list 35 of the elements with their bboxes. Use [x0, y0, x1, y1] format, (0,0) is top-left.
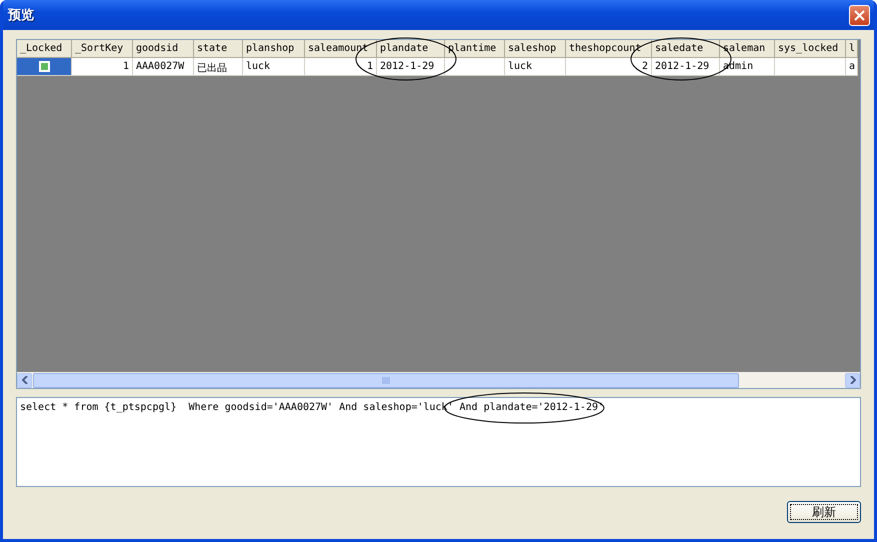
column-header[interactable]: saledate	[652, 40, 720, 58]
column-header[interactable]: state	[194, 40, 243, 58]
table-cell: AAA0027W	[133, 58, 194, 76]
column-header[interactable]: saleman	[720, 40, 775, 58]
table-cell: 2012-1-29	[652, 58, 720, 76]
table-cell: 2	[566, 58, 652, 76]
table-cell: luck	[505, 58, 566, 76]
column-header[interactable]: plandate	[377, 40, 445, 58]
grip-icon	[382, 376, 390, 384]
table-cell: 已出品	[194, 58, 243, 76]
chevron-left-icon	[22, 376, 28, 384]
table-cell	[445, 58, 505, 76]
column-header[interactable]: sys_locked	[775, 40, 846, 58]
close-icon	[854, 10, 865, 20]
table-cell: 1	[305, 58, 377, 76]
table-cell: 1	[72, 58, 133, 76]
column-header[interactable]: l	[846, 40, 858, 58]
checkbox[interactable]	[38, 61, 50, 72]
window-title: 预览	[8, 7, 34, 24]
column-header[interactable]: plantime	[445, 40, 505, 58]
table-cell: a	[846, 58, 858, 76]
column-header[interactable]: goodsid	[133, 40, 194, 58]
scroll-left-button[interactable]	[17, 372, 32, 388]
column-header[interactable]: _SortKey	[72, 40, 133, 58]
column-header[interactable]: planshop	[243, 40, 305, 58]
chevron-right-icon	[850, 376, 856, 384]
column-header[interactable]: _Locked	[17, 40, 72, 58]
table-cell: luck	[243, 58, 305, 76]
table-cell: 2012-1-29	[377, 58, 445, 76]
close-button[interactable]	[849, 4, 870, 26]
refresh-button[interactable]: 刷新	[787, 501, 861, 523]
table-cell	[775, 58, 846, 76]
column-header[interactable]: saleshop	[505, 40, 566, 58]
scroll-right-button[interactable]	[845, 372, 860, 388]
sql-condition: And plandate='2012-1-29'	[458, 402, 604, 413]
